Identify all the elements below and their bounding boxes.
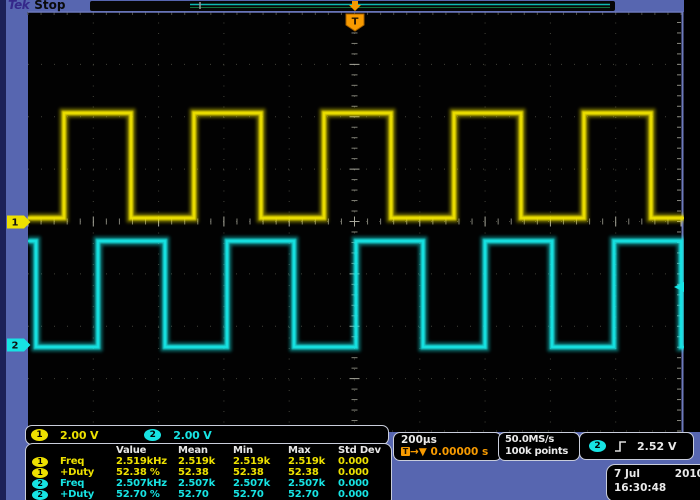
meas-mean: 2.519k: [178, 456, 233, 467]
timebase-scale: 200µs: [401, 434, 501, 446]
meas-value: 52.38 %: [116, 467, 178, 478]
date-year: 2010: [675, 467, 700, 481]
measurement-row: 2+Duty52.70 %52.7052.7052.700.000: [26, 489, 391, 500]
meas-stddev: 0.000: [338, 489, 391, 500]
meas-mean: 52.38: [178, 467, 233, 478]
meas-stddev: 0.000: [338, 456, 391, 467]
meas-value: 2.507kHz: [116, 478, 178, 489]
ch1-ground-marker-label: 1: [12, 218, 19, 229]
ch2-badge[interactable]: 2: [144, 429, 161, 441]
trigger-flag-icon: T: [401, 447, 410, 456]
arrow-down-icon: →▼: [410, 446, 427, 458]
ch1-scale[interactable]: 2.00 V: [60, 429, 98, 442]
col-max: Max: [288, 445, 338, 456]
meas-stddev: 0.000: [338, 467, 391, 478]
record-trigger-arrow-icon[interactable]: [349, 1, 361, 11]
meas-mean: 52.70: [178, 489, 233, 500]
meas-max: 52.38: [288, 467, 338, 478]
rising-edge-icon: [614, 439, 627, 454]
channel-1-trace: [28, 113, 684, 218]
oscilloscope-screen: TekStop T12 1 2.00 V 2 2.00 V Value Mean…: [0, 0, 700, 500]
meas-max: 2.507k: [288, 478, 338, 489]
measurement-table: Value Mean Min Max Std Dev 1 Freq2.519kHz…: [25, 443, 392, 500]
measurement-row: 2Freq2.507kHz2.507k2.507k2.507k0.000: [26, 478, 391, 489]
meas-name: Freq: [60, 456, 116, 467]
datetime-box: 7 Jul 2010 16:30:48: [606, 464, 700, 500]
meas-max: 2.519k: [288, 456, 338, 467]
meas-name: +Duty: [60, 489, 116, 500]
ch1-ground-marker[interactable]: [7, 216, 31, 229]
row-channel-badge: 2: [32, 490, 48, 500]
row-channel-badge: 1: [32, 468, 48, 478]
col-value: Value: [116, 445, 178, 456]
acquisition-box[interactable]: 50.0MS/s 100k points: [498, 432, 580, 461]
meas-min: 52.70: [233, 489, 288, 500]
ch1-badge[interactable]: 1: [31, 429, 48, 441]
col-mean: Mean: [178, 445, 233, 456]
trigger-position-row: T→▼ 0.00000 s: [401, 446, 501, 458]
trigger-position-label: T: [352, 17, 359, 28]
meas-mean: 2.507k: [178, 478, 233, 489]
ch2-scale[interactable]: 2.00 V: [173, 429, 211, 442]
col-stddev: Std Dev: [338, 445, 391, 456]
trigger-source-badge: 2: [589, 440, 606, 452]
measurement-row: 1+Duty52.38 %52.3852.3852.380.000: [26, 467, 391, 478]
measurement-header-row: Value Mean Min Max Std Dev: [26, 445, 391, 456]
row-channel-badge: 2: [32, 479, 48, 489]
meas-min: 2.507k: [233, 478, 288, 489]
meas-value: 2.519kHz: [116, 456, 178, 467]
meas-name: +Duty: [60, 467, 116, 478]
col-min: Min: [233, 445, 288, 456]
trigger-position-value: 0.00000 s: [431, 446, 489, 458]
meas-min: 52.38: [233, 467, 288, 478]
meas-min: 2.519k: [233, 456, 288, 467]
record-length: 100k points: [505, 446, 579, 458]
ch2-ground-marker[interactable]: [7, 339, 31, 352]
trigger-level: 2.52 V: [637, 440, 676, 453]
meas-max: 52.70: [288, 489, 338, 500]
trigger-box[interactable]: 2 2.52 V: [579, 432, 694, 460]
date-day: 7 Jul: [614, 467, 640, 481]
row-channel-badge: 1: [32, 457, 48, 467]
measurement-row: 1Freq2.519kHz2.519k2.519k2.519k0.000: [26, 456, 391, 467]
ch2-ground-marker-label: 2: [12, 341, 19, 352]
meas-name: Freq: [60, 478, 116, 489]
channel-2-trace: [28, 241, 684, 347]
horizontal-box[interactable]: 200µs T→▼ 0.00000 s: [393, 432, 502, 461]
meas-value: 52.70 %: [116, 489, 178, 500]
meas-stddev: 0.000: [338, 478, 391, 489]
time: 16:30:48: [614, 481, 700, 495]
sample-rate: 50.0MS/s: [505, 434, 579, 446]
channel-scale-bar[interactable]: 1 2.00 V 2 2.00 V: [25, 425, 389, 445]
